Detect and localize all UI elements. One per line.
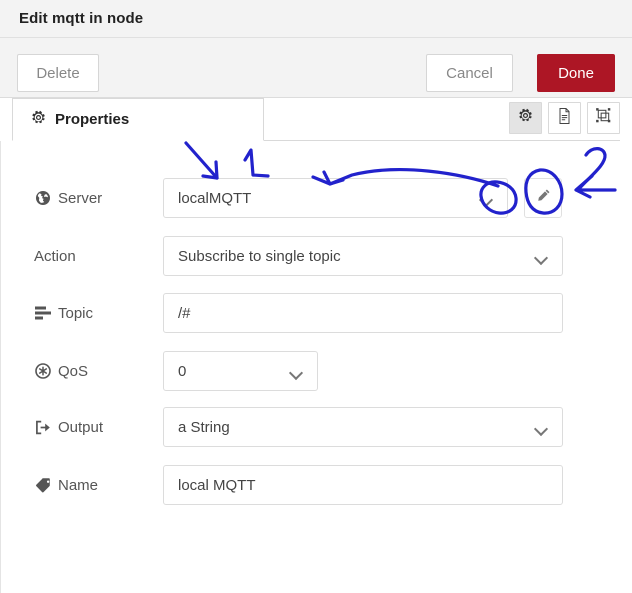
tab-bar: Properties xyxy=(0,98,632,141)
name-label: Name xyxy=(34,465,98,505)
tasks-icon xyxy=(34,305,51,322)
action-label-text: Action xyxy=(34,247,76,265)
done-button[interactable]: Done xyxy=(537,54,615,92)
dialog-button-bar: Delete Cancel Done xyxy=(0,38,632,98)
pencil-icon xyxy=(536,188,551,208)
name-input[interactable]: local MQTT xyxy=(163,465,563,505)
topic-label-text: Topic xyxy=(58,304,94,322)
server-label: Server xyxy=(34,178,102,218)
edit-server-button[interactable] xyxy=(524,178,562,218)
form-row-output: Output a String xyxy=(1,407,632,447)
output-label-text: Output xyxy=(58,418,104,436)
form-row-server: Server localMQTT xyxy=(1,178,632,218)
globe-icon xyxy=(34,190,51,207)
properties-form: Server localMQTT Action Subscribe to sin… xyxy=(0,141,632,593)
document-icon xyxy=(557,107,572,129)
dialog-title: Edit mqtt in node xyxy=(19,10,144,27)
tag-icon xyxy=(34,477,51,494)
tab-icon-button-group xyxy=(509,102,620,134)
edit-node-dialog: Edit mqtt in node Delete Cancel Done Pro… xyxy=(0,0,632,593)
tab-properties-label: Properties xyxy=(55,111,130,128)
form-row-action: Action Subscribe to single topic xyxy=(1,236,632,276)
output-select[interactable]: a String xyxy=(163,407,563,447)
form-row-topic: Topic /# xyxy=(1,293,632,333)
form-row-name: Name local MQTT xyxy=(1,465,632,505)
delete-button[interactable]: Delete xyxy=(17,54,99,92)
qos-label: QoS xyxy=(34,351,88,391)
server-label-text: Server xyxy=(58,189,103,207)
qos-select[interactable]: 0 xyxy=(163,351,318,391)
asterisk-circle-icon xyxy=(34,363,51,380)
action-label: Action xyxy=(34,236,76,276)
topic-input[interactable]: /# xyxy=(163,293,563,333)
sign-out-icon xyxy=(34,419,51,436)
name-label-text: Name xyxy=(58,476,99,494)
gear-icon xyxy=(31,110,46,130)
tab-properties[interactable]: Properties xyxy=(12,98,264,141)
node-description-icon-button[interactable] xyxy=(548,102,581,134)
qos-label-text: QoS xyxy=(58,362,89,380)
topic-label: Topic xyxy=(34,293,93,333)
server-select[interactable]: localMQTT xyxy=(163,178,508,218)
output-label: Output xyxy=(34,407,103,447)
action-select[interactable]: Subscribe to single topic xyxy=(163,236,563,276)
dialog-header: Edit mqtt in node xyxy=(0,0,632,38)
node-appearance-icon-button[interactable] xyxy=(587,102,620,134)
node-appearance-icon xyxy=(595,107,612,129)
node-settings-icon-button[interactable] xyxy=(509,102,542,134)
form-row-qos: QoS 0 xyxy=(1,351,632,391)
cancel-button[interactable]: Cancel xyxy=(426,54,513,92)
gear-icon xyxy=(518,108,533,128)
